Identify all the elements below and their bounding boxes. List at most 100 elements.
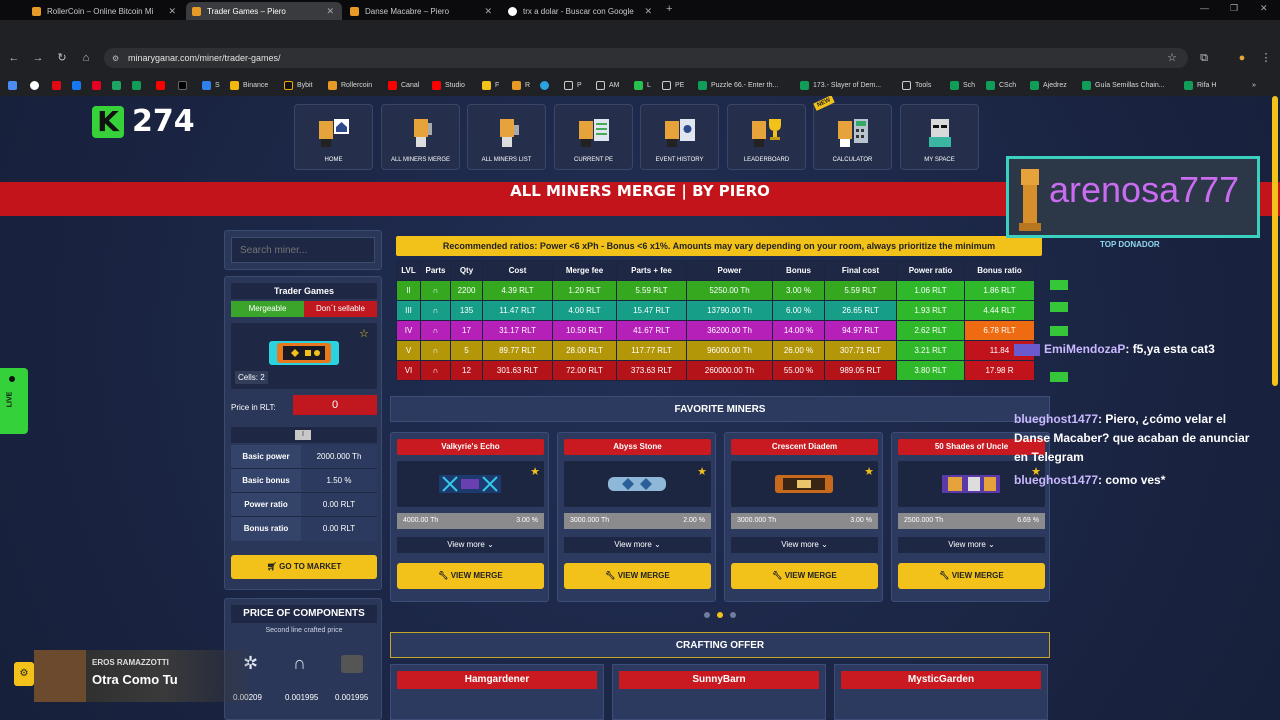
bookmark-sch[interactable]: Sch (950, 78, 975, 92)
maximize-icon[interactable]: ❐ (1230, 3, 1238, 14)
bookmark-ajedrez[interactable]: Ajedrez (1030, 78, 1067, 92)
crafting-offer-header: CRAFTING OFFER (390, 632, 1050, 658)
carousel-dot-active[interactable] (717, 612, 723, 618)
view-merge-button[interactable]: 🔧︎ VIEW MERGE (898, 563, 1045, 589)
site-info-icon[interactable]: ⚙ (112, 54, 119, 63)
nav-leaderboard[interactable]: LEADERBOARD (727, 104, 806, 170)
bookmark-tools[interactable]: Tools (902, 78, 931, 92)
page-scrollbar[interactable] (1272, 96, 1278, 386)
chevron-down-icon: ⌄ (988, 540, 995, 549)
donor-name: arenosa777 (1049, 169, 1240, 210)
nav-home[interactable]: HOME (294, 104, 373, 170)
bookmark-r[interactable]: R (512, 78, 530, 92)
bookmark-f[interactable]: F (482, 78, 499, 92)
card-stats: 3000.000 Th 3.00 % (731, 513, 878, 529)
close-icon[interactable]: ✕ (168, 6, 176, 17)
bookmark-x-icon[interactable] (178, 78, 191, 92)
nav-my-space[interactable]: MY SPACE (900, 104, 979, 170)
home-icon[interactable]: ⌂ (78, 50, 94, 66)
bookmarks-overflow-icon[interactable]: » (1252, 78, 1256, 92)
tab-trader-games[interactable]: Trader Games – Piero ✕ (186, 2, 342, 20)
bookmark-facebook-icon[interactable] (72, 78, 85, 92)
bookmark-pinterest-icon[interactable] (92, 78, 105, 92)
nav-all-miners-merge[interactable]: ALL MINERS MERGE (381, 104, 460, 170)
bookmark-am[interactable]: AM (596, 78, 620, 92)
slider-track[interactable]: I (231, 427, 377, 443)
new-tab-icon[interactable]: + (666, 3, 672, 15)
wire-icon: ∩ (420, 340, 451, 361)
nav-event-history[interactable]: EVENT HISTORY (640, 104, 719, 170)
bookmark-csch[interactable]: CSch (986, 78, 1016, 92)
bookmark-canal[interactable]: Canal (388, 78, 419, 92)
view-merge-button[interactable]: 🔧︎ VIEW MERGE (564, 563, 711, 589)
site-logo[interactable]: K 274 (92, 104, 195, 139)
favorite-star-icon[interactable]: ★ (530, 465, 540, 478)
carousel-dot[interactable] (704, 612, 710, 618)
minaryganar-favicon-icon (192, 6, 201, 16)
favorite-star-icon[interactable]: ★ (697, 465, 707, 478)
view-more-button[interactable]: View more ⌄ (397, 537, 544, 553)
current-pe-icon (579, 119, 609, 147)
bookmark-l[interactable]: L (634, 78, 651, 92)
bookmark-rifa[interactable]: Rifa H (1184, 78, 1216, 92)
tab-rollercoin[interactable]: RollerCoin – Online Bitcoin Mi ✕ (26, 2, 184, 20)
tab-google-search[interactable]: trx a dolar - Buscar con Google ✕ (502, 2, 660, 20)
view-more-button[interactable]: View more ⌄ (731, 537, 878, 553)
bookmark-sheets-icon[interactable] (132, 78, 145, 92)
forward-icon[interactable]: → (30, 50, 46, 66)
price-input[interactable]: 0 (293, 395, 377, 415)
minimize-icon[interactable]: — (1200, 3, 1209, 13)
close-icon[interactable]: ✕ (326, 6, 334, 17)
bookmark-bybit[interactable]: Bybit (284, 78, 313, 92)
settings-gear-icon[interactable]: ⚙ (14, 662, 34, 686)
go-to-market-button[interactable]: 🛒︎ GO TO MARKET (231, 555, 377, 579)
bookmark-apps-icon[interactable] (8, 78, 21, 92)
bookmark-netflix-icon[interactable] (52, 78, 65, 92)
bookmark-youtube-icon[interactable] (156, 78, 169, 92)
cells-count: Cells: 2 (235, 371, 268, 384)
bookmark-binance[interactable]: Binance (230, 78, 268, 92)
stat-row: Bonus ratio 0.00 RLT (231, 517, 377, 541)
bookmark-p[interactable]: P (564, 78, 582, 92)
profile-icon[interactable]: ● (1234, 50, 1250, 66)
bookmark-slayer[interactable]: 173.- Slayer of Dem... (800, 78, 881, 92)
bookmark-telegram-icon[interactable] (540, 78, 553, 92)
carousel-dot[interactable] (730, 612, 736, 618)
bookmark-puzzle[interactable]: Puzzle 66.- Enter th... (698, 78, 778, 92)
extensions-icon[interactable]: ⧉ (1196, 50, 1212, 66)
nav-current-pe[interactable]: CURRENT PE (554, 104, 633, 170)
back-icon[interactable]: ← (6, 50, 22, 66)
selected-miner-panel: Trader Games Mergeable Don´t sellable Ce… (224, 276, 382, 590)
close-window-icon[interactable]: ✕ (1260, 3, 1268, 14)
view-merge-button[interactable]: 🔧︎ VIEW MERGE (731, 563, 878, 589)
slider-handle[interactable]: I (295, 430, 311, 440)
table-row: II ∩ 2200 4.39 RLT 1.20 RLT 5.59 RLT 5250.00 T… (396, 280, 1035, 301)
favorite-star-icon[interactable]: ☆ (359, 327, 369, 340)
bookmark-studio[interactable]: Studio (432, 78, 465, 92)
bookmark-guia[interactable]: Guía Semillas Chain... (1082, 78, 1165, 92)
address-bar[interactable]: ⚙ minaryganar.com/miner/trader-games/ (104, 48, 1188, 68)
close-icon[interactable]: ✕ (484, 6, 492, 17)
view-more-button[interactable]: View more ⌄ (898, 537, 1045, 553)
wire-icon: ∩ (293, 653, 306, 673)
bookmark-tiktok-icon[interactable] (30, 78, 43, 92)
reload-icon[interactable]: ↻ (54, 50, 70, 66)
album-art (34, 650, 86, 702)
bookmark-s[interactable]: S (202, 78, 220, 92)
bookmark-star-icon[interactable]: ☆ (1164, 50, 1180, 66)
search-input[interactable] (231, 237, 375, 263)
menu-icon[interactable]: ⋮ (1258, 50, 1274, 66)
nav-calculator[interactable]: CALCULATOR NEW (813, 96, 892, 170)
nav-all-miners-list[interactable]: ALL MINERS LIST (467, 104, 546, 170)
favorite-star-icon[interactable]: ★ (864, 465, 874, 478)
bookmark-pe[interactable]: PE (662, 78, 684, 92)
bookmark-drive-icon[interactable] (112, 78, 125, 92)
chat-badge-icon (1050, 372, 1068, 382)
components-subtitle: Second line crafted price (265, 627, 343, 634)
tab-danse-macabre[interactable]: Danse Macabre – Piero ✕ (344, 2, 500, 20)
close-icon[interactable]: ✕ (644, 6, 652, 17)
view-merge-button[interactable]: 🔧︎ VIEW MERGE (397, 563, 544, 589)
view-more-button[interactable]: View more ⌄ (564, 537, 711, 553)
merge-table: LVL Parts Qty Cost Merge fee Parts + fee… (396, 260, 1035, 381)
bookmark-rollercoin[interactable]: Rollercoin (328, 78, 372, 92)
